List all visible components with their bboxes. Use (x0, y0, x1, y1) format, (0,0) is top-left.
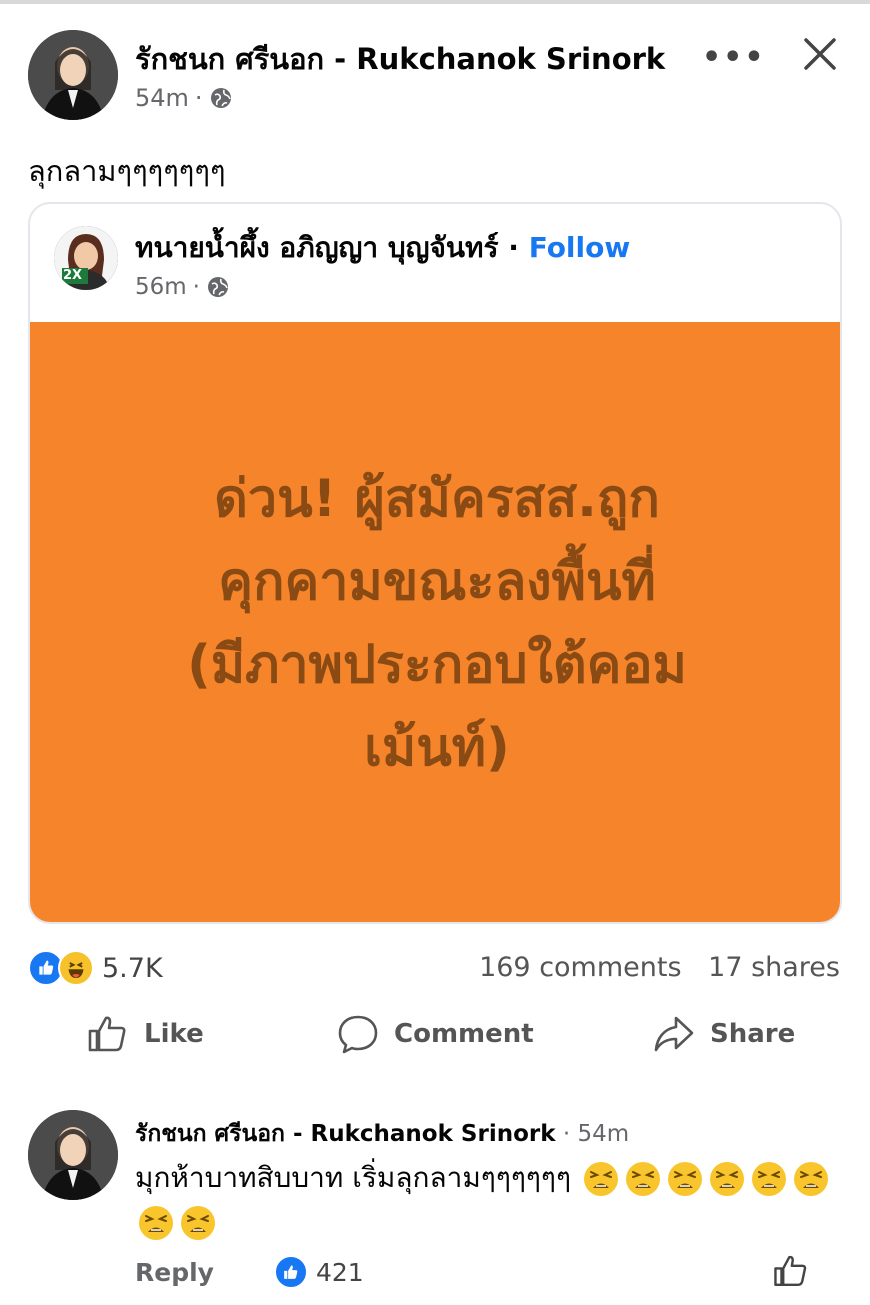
like-button[interactable]: Like (86, 1012, 204, 1056)
follow-button[interactable]: Follow (529, 231, 631, 264)
name-dot: · (498, 231, 529, 264)
share-button[interactable]: Share (652, 1012, 795, 1056)
tired-face-emoji (709, 1162, 744, 1196)
image-text-line: เม้นท์) (364, 718, 510, 779)
tired-face-emoji (625, 1162, 660, 1196)
top-divider (0, 0, 870, 4)
reactions-summary[interactable]: 5.7K (28, 950, 163, 986)
comment-button[interactable]: Comment (336, 1012, 534, 1056)
commenter-name[interactable]: รักชนก ศรีนอก - Rukchanok Srinork (135, 1121, 556, 1147)
post-actions: Like Comment Share (0, 1012, 870, 1068)
post-meta: 54m · (135, 84, 233, 112)
meta-separator: · (192, 274, 200, 300)
comment-like-count: 421 (315, 1257, 364, 1287)
shares-count[interactable]: 17 shares (708, 952, 840, 983)
shared-time[interactable]: 56m (135, 274, 187, 300)
image-text-line: ด่วน! ผู้สมัครสส.ถูก (214, 468, 660, 529)
tired-face-emoji (139, 1206, 173, 1240)
like-label: Like (144, 1019, 204, 1049)
post-time[interactable]: 54m (135, 84, 189, 112)
image-text-line: คุกคามขณะลงพื้นที่ (218, 551, 656, 612)
party-badge: 2X (63, 268, 83, 283)
share-label: Share (710, 1019, 796, 1049)
shared-post-card[interactable]: 2X ทนายน้ำผึ้ง อภิญญา บุญจันทร์ · Follow… (28, 202, 842, 924)
comments-count[interactable]: 169 comments (479, 952, 681, 983)
shared-meta: 56m · (135, 274, 230, 300)
post-author-name[interactable]: รักชนก ศรีนอก - Rukchanok Srinork (135, 36, 665, 82)
meta-separator: · (194, 84, 203, 112)
shared-author-name[interactable]: ทนายน้ำผึ้ง อภิญญา บุญจันทร์ (135, 231, 499, 264)
shared-image[interactable]: ด่วน! ผู้สมัครสส.ถูก คุกคามขณะลงพื้นที่ … (30, 322, 840, 922)
tired-face-emoji (181, 1206, 215, 1240)
shared-author-avatar[interactable]: 2X (54, 226, 118, 290)
thumbs-up-icon (88, 1016, 126, 1052)
reaction-count: 5.7K (102, 952, 163, 984)
like-reaction-icon (273, 1255, 308, 1289)
commenter-avatar[interactable] (28, 1110, 118, 1200)
globe-icon (207, 277, 228, 297)
post-stats: 169 comments 17 shares (479, 952, 840, 983)
comment-body: มุกห้าบาทสิบบาท เริ่มลุกลามๆๆๆๆๆๆ (135, 1156, 835, 1244)
comment-time: · 54m (555, 1121, 630, 1147)
shared-image-text: ด่วน! ผู้สมัครสส.ถูก คุกคามขณะลงพื้นที่ … (147, 458, 727, 791)
comment-label: Comment (394, 1019, 534, 1049)
haha-reaction-icon (58, 950, 94, 986)
comment-text: มุกห้าบาทสิบบาท เริ่มลุกลามๆๆๆๆๆๆ (135, 1161, 572, 1194)
close-icon[interactable] (800, 34, 840, 74)
comment-like-summary[interactable]: 421 (273, 1255, 364, 1289)
more-options-icon[interactable]: ••• (702, 40, 766, 75)
image-text-line: (มีภาพประกอบใต้คอม (187, 635, 687, 695)
commenter-line: รักชนก ศรีนอก - Rukchanok Srinork · 54m (135, 1116, 629, 1152)
globe-icon (210, 88, 231, 108)
tired-face-emoji (751, 1162, 786, 1196)
comment-bubble-icon (338, 1015, 378, 1054)
comment-actions: Reply 421 (135, 1255, 364, 1289)
author-avatar[interactable] (28, 30, 118, 120)
tired-face-emoji (583, 1162, 618, 1196)
tired-face-emoji (667, 1162, 702, 1196)
comment-like-icon[interactable] (772, 1252, 810, 1290)
reply-button[interactable]: Reply (135, 1258, 214, 1287)
post-text: ลุกลามๆๆๆๆๆๆๆ (28, 154, 226, 188)
share-arrow-icon (654, 1016, 694, 1052)
shared-author-line: ทนายน้ำผึ้ง อภิญญา บุญจันทร์ · Follow (135, 226, 630, 270)
tired-face-emoji (793, 1162, 828, 1196)
